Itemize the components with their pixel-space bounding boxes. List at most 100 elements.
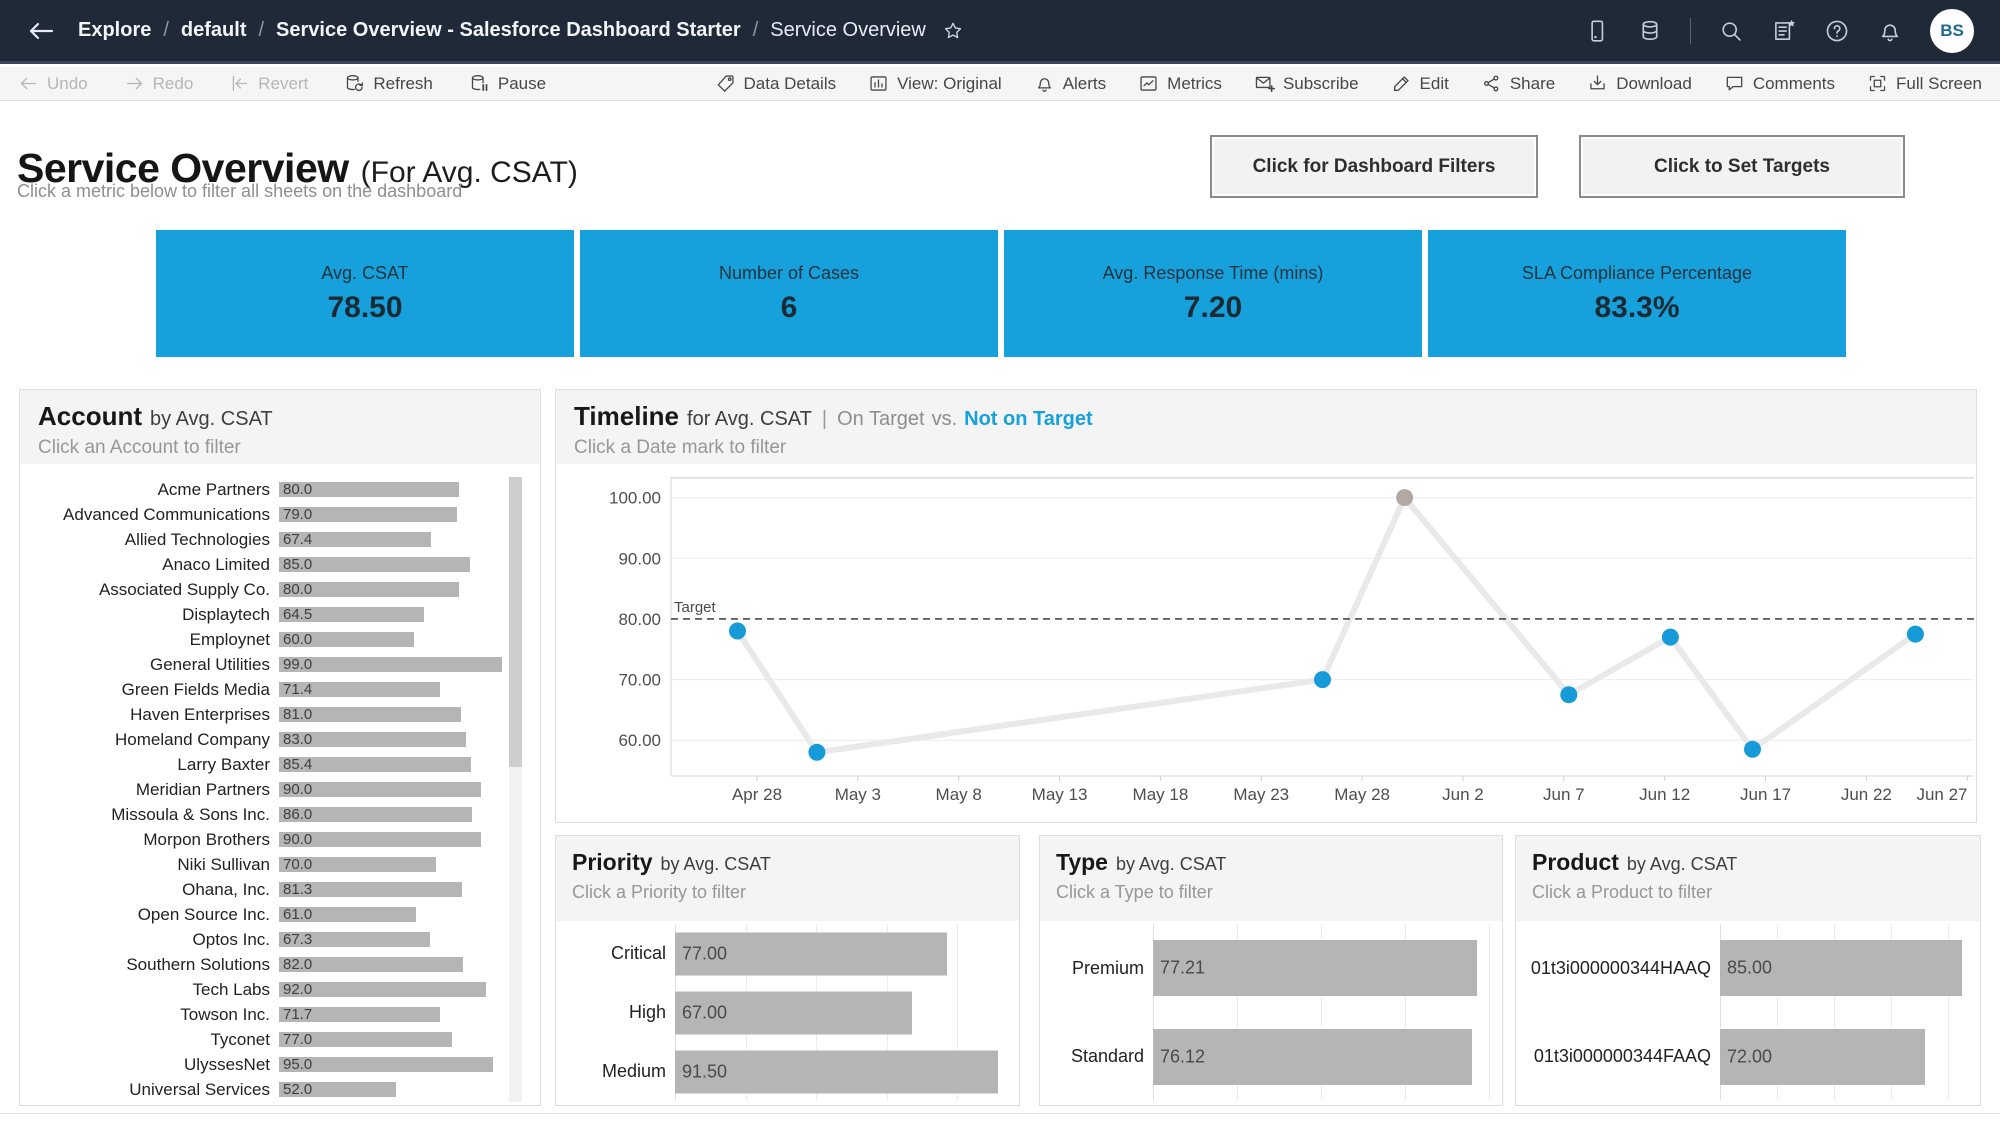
topbar-divider [1690,17,1691,44]
notifications-icon[interactable] [1877,18,1903,44]
account-row[interactable]: Optos Inc. 67.3 [20,927,540,952]
timeline-point[interactable] [729,622,746,640]
breadcrumb-item[interactable]: default [181,19,247,42]
timeline-point[interactable] [1314,671,1331,689]
account-bar-area: 92.0 [279,977,540,1002]
help-icon[interactable] [1824,18,1850,44]
pause-button[interactable]: Pause [469,73,546,94]
account-bar-area: 80.0 [279,577,540,602]
new-workbook-icon[interactable] [1771,18,1797,44]
back-arrow-icon[interactable] [26,19,56,43]
timeline-point[interactable] [1906,625,1924,643]
kpi-card-number-of-cases[interactable]: Number of Cases 6 [580,230,998,357]
page-subtitle: Click a metric below to filter all sheet… [17,181,463,201]
full-screen-button[interactable]: Full Screen [1867,73,1982,94]
account-scrollbar-thumb[interactable] [509,477,522,767]
type-row[interactable]: Premium 77.21 [1040,924,1502,1013]
account-bar-area: 77.0 [279,1027,540,1052]
search-icon[interactable] [1718,18,1744,44]
account-row[interactable]: Towson Inc. 71.7 [20,1002,540,1027]
type-row[interactable]: Standard 76.12 [1040,1013,1502,1102]
account-row[interactable]: General Utilities 99.0 [20,652,540,677]
account-panel: Account by Avg. CSAT Click an Account to … [19,389,541,1106]
device-preview-icon[interactable] [1584,18,1610,44]
account-name: Allied Technologies [124,529,270,549]
product-value: 72.00 [1727,1046,1773,1067]
account-value: 64.5 [283,606,313,623]
download-button[interactable]: Download [1587,73,1692,94]
account-row[interactable]: Allied Technologies 67.4 [20,527,540,552]
account-name: Associated Supply Co. [98,579,270,599]
toolbar-item-label: View: Original [897,73,1002,93]
refresh-button[interactable]: Refresh [344,73,433,94]
set-targets-button[interactable]: Click to Set Targets [1579,135,1905,198]
edit-button[interactable]: Edit [1391,73,1449,94]
timeline-point[interactable] [1560,686,1578,704]
account-row[interactable]: Ohana, Inc. 81.3 [20,877,540,902]
account-row[interactable]: Tech Labs 92.0 [20,977,540,1002]
avatar[interactable]: BS [1930,8,1974,53]
account-row[interactable]: Advanced Communications 79.0 [20,502,540,527]
kpi-card-avg-response-time-mins-[interactable]: Avg. Response Time (mins) 7.20 [1004,230,1422,357]
account-row[interactable]: Niki Sullivan 70.0 [20,852,540,877]
breadcrumb-item[interactable]: Service Overview - Salesforce Dashboard … [276,19,741,42]
subscribe-button[interactable]: Subscribe [1254,73,1359,94]
account-row[interactable]: Green Fields Media 71.4 [20,677,540,702]
account-row[interactable]: Open Source Inc. 61.0 [20,902,540,927]
kpi-card-sla-compliance-percentage[interactable]: SLA Compliance Percentage 83.3% [1428,230,1846,357]
account-row[interactable]: Displaytech 64.5 [20,602,540,627]
timeline-point[interactable] [1396,489,1414,507]
priority-row[interactable]: Medium 91.50 [556,1042,1019,1101]
priority-row[interactable]: High 67.00 [556,983,1019,1042]
comments-button[interactable]: Comments [1724,73,1835,94]
priority-chart: Critical 77.00 High 67.00 Medium 91.50 [556,924,1019,1101]
account-row[interactable]: Acme Partners 80.0 [20,477,540,502]
favorite-star-icon[interactable] [942,20,964,42]
account-row[interactable]: Morpon Brothers 90.0 [20,827,540,852]
account-row[interactable]: Tyconet 77.0 [20,1027,540,1052]
timeline-point[interactable] [808,743,826,761]
account-row[interactable]: Associated Supply Co. 80.0 [20,577,540,602]
timeline-point[interactable] [1661,628,1679,646]
priority-row[interactable]: Critical 77.00 [556,924,1019,983]
metrics-button[interactable]: Metrics [1138,73,1222,94]
account-bar-area: 79.0 [279,502,540,527]
timeline-axis-label: May 23 [1233,785,1289,804]
toolbar-item-label: Revert [258,73,309,93]
account-bar-area: 81.3 [279,877,540,902]
account-row[interactable]: Southern Solutions 82.0 [20,952,540,977]
account-name: Acme Partners [157,479,270,499]
account-name: Meridian Partners [135,779,270,799]
account-row[interactable]: Anaco Limited 85.0 [20,552,540,577]
timeline-axis-label: 60.00 [618,731,661,750]
account-value: 92.0 [283,981,313,998]
account-bar-area: 52.0 [279,1077,540,1102]
type-bar-area: 76.12 [1153,1013,1502,1102]
timeline-point[interactable] [1744,740,1761,758]
timeline-line [734,494,1919,756]
view-original-button[interactable]: View: Original [868,73,1002,94]
edit-icon [1391,73,1412,94]
account-row[interactable]: UlyssesNet 95.0 [20,1052,540,1077]
data-details-button[interactable]: Data Details [715,73,836,94]
product-row[interactable]: 01t3i000000344FAAQ 72.00 [1516,1013,1980,1102]
share-button[interactable]: Share [1481,73,1555,94]
alerts-button[interactable]: Alerts [1034,73,1106,94]
product-row[interactable]: 01t3i000000344HAAQ 85.00 [1516,924,1980,1013]
toolbar-item-label: Pause [497,73,547,93]
account-row[interactable]: Homeland Company 83.0 [20,727,540,752]
account-row[interactable]: Haven Enterprises 81.0 [20,702,540,727]
account-name: Open Source Inc. [137,904,270,924]
dashboard-filters-button[interactable]: Click for Dashboard Filters [1210,135,1538,198]
account-row[interactable]: Meridian Partners 90.0 [20,777,540,802]
account-row[interactable]: Larry Baxter 85.4 [20,752,540,777]
account-row[interactable]: Universal Services 52.0 [20,1077,540,1102]
download-icon [1587,73,1608,94]
data-source-icon[interactable] [1637,18,1663,44]
timeline-legend-not-on-target[interactable]: Not on Target [964,408,1093,430]
kpi-card-avg-csat[interactable]: Avg. CSAT 78.50 [156,230,574,357]
breadcrumb-item[interactable]: Explore [78,19,151,42]
account-row[interactable]: Employnet 60.0 [20,627,540,652]
account-row[interactable]: Missoula & Sons Inc. 86.0 [20,802,540,827]
timeline-axis-label: May 28 [1334,785,1390,804]
